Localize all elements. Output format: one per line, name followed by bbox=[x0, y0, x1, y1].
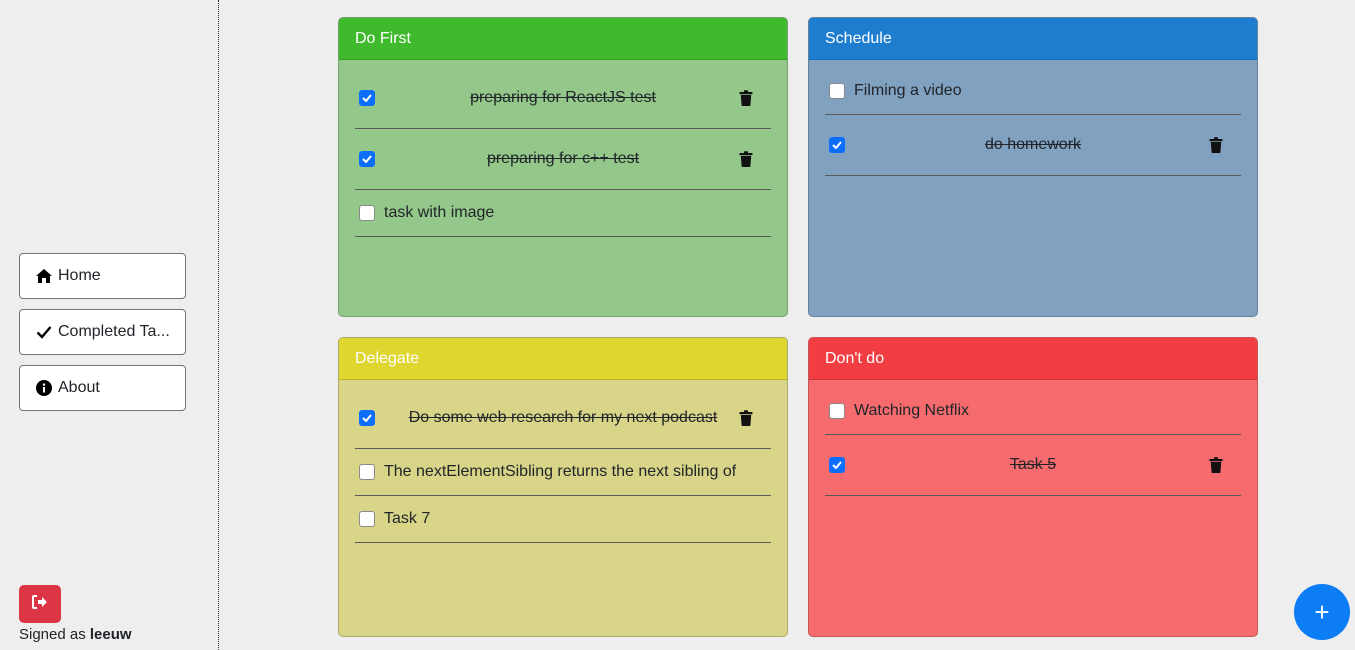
task-text: The nextElementSibling returns the next … bbox=[384, 463, 737, 480]
task-checkbox[interactable] bbox=[359, 151, 375, 167]
task-checkbox[interactable] bbox=[829, 403, 845, 419]
trash-icon bbox=[739, 410, 753, 426]
task-item: preparing for ReactJS test bbox=[355, 68, 771, 129]
quadrant-header: Delegate bbox=[339, 338, 787, 380]
task-list: Filming a video do homework bbox=[809, 60, 1257, 176]
task-checkbox[interactable] bbox=[359, 511, 375, 527]
trash-icon bbox=[739, 90, 753, 106]
quadrant-header: Don't do bbox=[809, 338, 1257, 380]
quadrant-do-first: Do First preparing for ReactJS test prepa… bbox=[338, 17, 788, 317]
signed-in-user: Signed as leeuw bbox=[19, 626, 132, 643]
task-text: task with image bbox=[384, 204, 495, 221]
task-text: Watching Netflix bbox=[854, 402, 969, 419]
delete-task-button[interactable] bbox=[1208, 456, 1224, 474]
completed-tasks-button[interactable]: Completed Ta... bbox=[19, 309, 186, 355]
task-checkbox[interactable] bbox=[829, 457, 845, 473]
task-text: Task 5 bbox=[1009, 456, 1057, 473]
sidebar: Home Completed Ta... About Signed as lee… bbox=[0, 0, 219, 650]
home-icon bbox=[35, 267, 53, 285]
task-checkbox[interactable] bbox=[359, 90, 375, 106]
delete-task-button[interactable] bbox=[738, 409, 754, 427]
trash-icon bbox=[1209, 137, 1223, 153]
add-task-button[interactable]: + bbox=[1294, 584, 1350, 640]
task-item: Watching Netflix bbox=[825, 388, 1241, 435]
logout-button[interactable] bbox=[19, 585, 61, 623]
delete-task-button[interactable] bbox=[738, 89, 754, 107]
task-text: Filming a video bbox=[854, 82, 962, 99]
task-text: do homework bbox=[984, 136, 1082, 153]
trash-icon bbox=[739, 151, 753, 167]
checkmark-icon bbox=[362, 94, 372, 102]
checkmark-icon bbox=[362, 414, 372, 422]
task-item: do homework bbox=[825, 115, 1241, 176]
checkmark-icon bbox=[362, 155, 372, 163]
sign-out-icon bbox=[32, 594, 48, 614]
task-text: preparing for c++ test bbox=[486, 150, 640, 167]
checkmark-icon bbox=[832, 141, 842, 149]
task-checkbox[interactable] bbox=[359, 410, 375, 426]
quadrant-header: Schedule bbox=[809, 18, 1257, 60]
delete-task-button[interactable] bbox=[1208, 136, 1224, 154]
home-button[interactable]: Home bbox=[19, 253, 186, 299]
task-text: Do some web research for my next podcast bbox=[408, 409, 718, 426]
task-item: Task 5 bbox=[825, 435, 1241, 496]
task-item: The nextElementSibling returns the next … bbox=[355, 449, 771, 496]
task-checkbox[interactable] bbox=[829, 137, 845, 153]
about-button[interactable]: About bbox=[19, 365, 186, 411]
username: leeuw bbox=[89, 626, 132, 643]
quadrant-title: Delegate bbox=[355, 349, 420, 367]
completed-tasks-label: Completed Ta... bbox=[58, 323, 170, 340]
quadrant-title: Don't do bbox=[825, 349, 885, 367]
task-text: Task 7 bbox=[384, 510, 431, 527]
plus-icon: + bbox=[1314, 596, 1330, 627]
task-item: Task 7 bbox=[355, 496, 771, 543]
task-item: preparing for c++ test bbox=[355, 129, 771, 190]
task-checkbox[interactable] bbox=[829, 83, 845, 99]
checkmark-icon bbox=[832, 461, 842, 469]
quadrant-delegate: Delegate Do some web research for my nex… bbox=[338, 337, 788, 637]
task-item: Filming a video bbox=[825, 68, 1241, 115]
task-text: preparing for ReactJS test bbox=[470, 89, 656, 106]
task-list: preparing for ReactJS test preparing for … bbox=[339, 60, 787, 237]
task-item: task with image bbox=[355, 190, 771, 237]
trash-icon bbox=[1209, 457, 1223, 473]
quadrant-title: Schedule bbox=[825, 29, 892, 47]
check-icon bbox=[35, 323, 53, 341]
quadrant-schedule: Schedule Filming a video do homework bbox=[808, 17, 1258, 317]
task-checkbox[interactable] bbox=[359, 464, 375, 480]
quadrant-header: Do First bbox=[339, 18, 787, 60]
home-label: Home bbox=[58, 267, 101, 284]
delete-task-button[interactable] bbox=[738, 150, 754, 168]
signed-prefix: Signed as bbox=[19, 626, 86, 643]
about-label: About bbox=[58, 379, 100, 396]
task-list: Watching Netflix Task 5 bbox=[809, 380, 1257, 496]
info-circle-icon bbox=[35, 379, 53, 397]
task-list: Do some web research for my next podcast… bbox=[339, 380, 787, 543]
task-item: Do some web research for my next podcast bbox=[355, 388, 771, 449]
task-checkbox[interactable] bbox=[359, 205, 375, 221]
quadrant-dont-do: Don't do Watching Netflix Task 5 bbox=[808, 337, 1258, 637]
quadrant-title: Do First bbox=[355, 29, 411, 47]
